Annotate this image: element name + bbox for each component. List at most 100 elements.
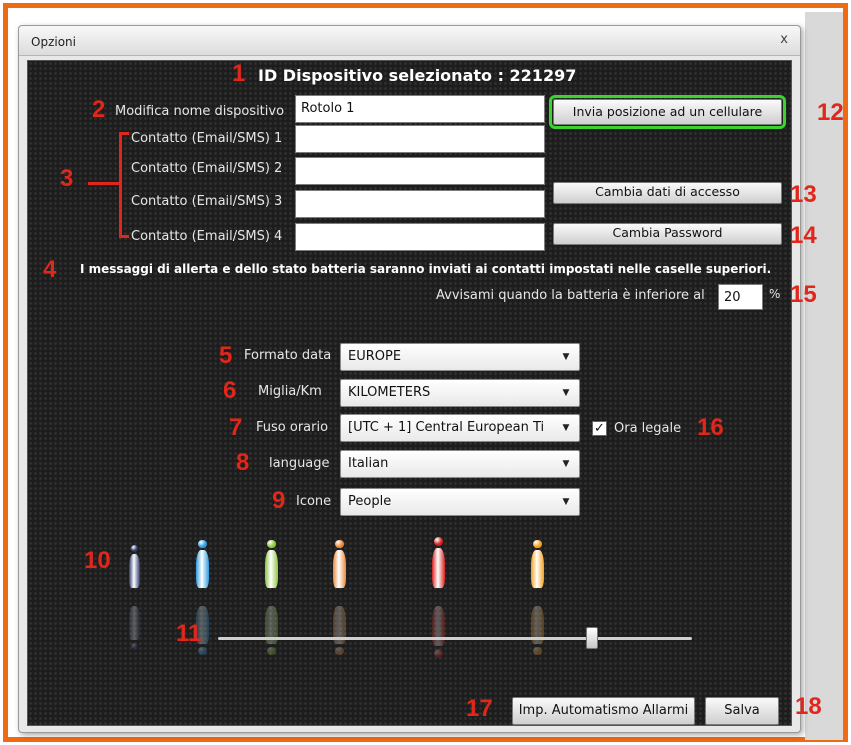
person-body: [128, 606, 141, 640]
annotation-8: 8: [236, 449, 250, 476]
contact-input-3[interactable]: [295, 190, 545, 218]
annotation-13: 13: [790, 181, 817, 208]
battery-unit: %: [769, 287, 781, 301]
contact-label-3: Contatto (Email/SMS) 3: [131, 194, 283, 209]
annotation-bracket-arm: [88, 182, 120, 185]
timezone-value: [UTC + 1] Central European Ti: [348, 420, 545, 435]
person-icon-reflection: [428, 606, 448, 658]
contact-label-1: Contatto (Email/SMS) 1: [131, 131, 283, 146]
chevron-down-icon: ▼: [562, 423, 570, 433]
person-body: [531, 550, 544, 589]
contact-input-4[interactable]: [295, 223, 545, 251]
annotation-9: 9: [272, 487, 286, 514]
annotation-bracket-top: [119, 132, 129, 135]
annotation-bracket-bottom: [119, 235, 129, 238]
contact-input-1[interactable]: [295, 125, 545, 153]
person-icon-reflection: [330, 606, 349, 656]
annotation-10: 10: [84, 547, 111, 574]
annotation-16: 16: [697, 414, 724, 441]
person-icon[interactable]: [330, 539, 349, 589]
rename-label: Modifica nome dispositivo: [115, 104, 285, 119]
person-body: [128, 554, 141, 589]
person-body: [265, 550, 278, 589]
person-body: [333, 550, 346, 589]
date-format-select[interactable]: EUROPE ▼: [340, 343, 580, 371]
titlebar: Opzioni x: [19, 26, 800, 56]
person-icon[interactable]: [126, 544, 143, 589]
person-icon[interactable]: [262, 539, 281, 589]
language-select[interactable]: Italian ▼: [340, 450, 580, 478]
person-icon[interactable]: [193, 539, 212, 589]
person-icon-reflection: [528, 606, 547, 656]
battery-label: Avvisami quando la batteria è inferiore …: [436, 288, 705, 303]
timezone-select[interactable]: [UTC + 1] Central European Ti ▼: [340, 414, 580, 442]
dst-checkbox[interactable]: ✓: [592, 421, 607, 436]
send-position-button[interactable]: Invia posizione ad un cellulare: [549, 95, 786, 129]
annotation-bracket: [119, 132, 122, 238]
person-icon[interactable]: [528, 539, 547, 589]
annotation-4: 4: [43, 256, 57, 283]
person-head: [130, 642, 139, 651]
icon-size-slider-thumb[interactable]: [586, 627, 599, 649]
device-id-heading: ID Dispositivo selezionato : 221297: [258, 66, 577, 85]
person-head: [335, 539, 344, 549]
annotation-11: 11: [176, 620, 202, 647]
annotation-6: 6: [223, 377, 237, 404]
units-select[interactable]: KILOMETERS ▼: [340, 379, 580, 407]
person-head: [335, 646, 344, 656]
annotation-5: 5: [219, 342, 233, 369]
units-label: Miglia/Km: [258, 384, 322, 399]
person-icon-reflection: [126, 606, 143, 651]
annotation-12: 12: [817, 99, 844, 126]
contact-input-2[interactable]: [295, 157, 545, 185]
contact-label-2: Contatto (Email/SMS) 2: [131, 161, 283, 176]
chevron-down-icon: ▼: [562, 388, 570, 398]
person-head: [433, 649, 443, 658]
person-icon[interactable]: [428, 537, 448, 589]
annotation-14: 14: [790, 222, 817, 249]
icons-label: Icone: [296, 494, 332, 509]
close-icon[interactable]: x: [780, 32, 788, 47]
rename-input[interactable]: Rotolo 1: [295, 95, 545, 123]
annotation-2: 2: [92, 96, 106, 123]
person-head: [198, 539, 207, 549]
person-head: [267, 539, 276, 549]
chevron-down-icon: ▼: [562, 352, 570, 362]
date-format-label: Formato data: [244, 348, 332, 363]
person-body: [431, 606, 445, 646]
alert-message: I messaggi di allerta e dello stato batt…: [80, 262, 772, 276]
auto-alarm-button[interactable]: Imp. Automatismo Allarmi: [512, 697, 695, 725]
date-format-value: EUROPE: [348, 349, 402, 364]
person-icon-reflection: [262, 606, 281, 656]
chevron-down-icon: ▼: [562, 459, 570, 469]
person-head: [433, 537, 443, 546]
window-title: Opzioni: [31, 35, 76, 49]
person-head: [198, 646, 207, 656]
battery-threshold-input[interactable]: 20: [718, 284, 763, 310]
person-head: [533, 646, 542, 656]
language-label: language: [269, 456, 330, 471]
icon-size-slider-track[interactable]: [218, 637, 692, 640]
dst-label: Ora legale: [614, 421, 682, 436]
person-body: [196, 550, 209, 589]
person-head: [267, 646, 276, 656]
person-head: [533, 539, 542, 549]
change-password-button[interactable]: Cambia Password: [553, 223, 782, 245]
person-body: [431, 548, 445, 588]
annotation-15: 15: [790, 281, 817, 308]
units-value: KILOMETERS: [348, 385, 431, 400]
annotation-3: 3: [60, 165, 74, 192]
timezone-label: Fuso orario: [256, 420, 329, 435]
change-access-button[interactable]: Cambia dati di accesso: [553, 182, 782, 204]
icons-value: People: [348, 494, 392, 509]
person-head: [130, 544, 139, 553]
contact-label-4: Contatto (Email/SMS) 4: [131, 229, 283, 244]
icons-select[interactable]: People ▼: [340, 488, 580, 516]
annotation-18: 18: [795, 693, 822, 720]
language-value: Italian: [348, 456, 389, 471]
annotation-7: 7: [229, 414, 243, 441]
save-button[interactable]: Salva: [705, 697, 779, 725]
chevron-down-icon: ▼: [562, 497, 570, 507]
annotation-1: 1: [232, 60, 246, 87]
annotation-17: 17: [466, 695, 493, 722]
